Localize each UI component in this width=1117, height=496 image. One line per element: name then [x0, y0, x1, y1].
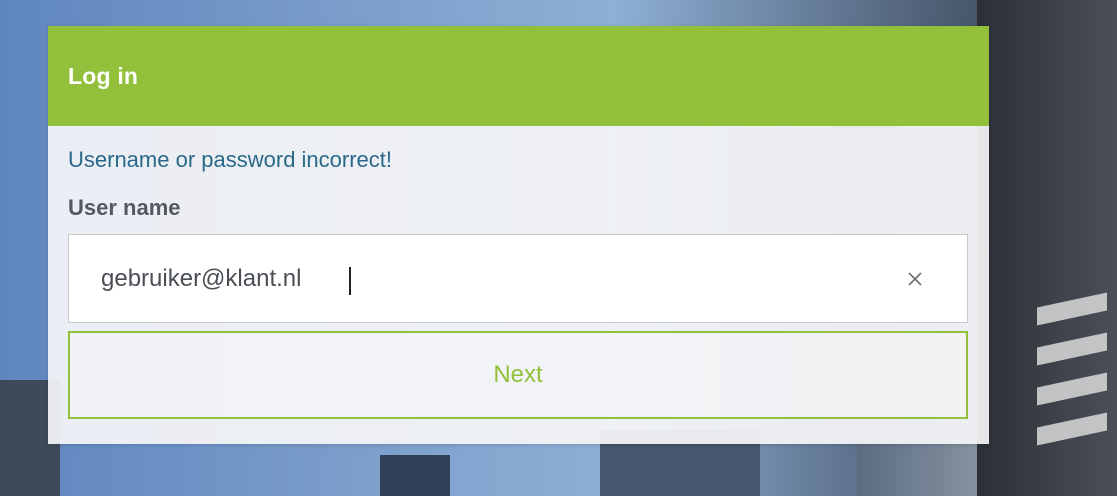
error-message: Username or password incorrect! — [68, 147, 393, 172]
dialog-body: Username or password incorrect! User nam… — [48, 126, 989, 419]
username-field-wrapper — [68, 234, 968, 323]
username-label: User name — [68, 195, 181, 220]
dialog-title: Log in — [68, 62, 139, 89]
username-input[interactable] — [69, 234, 883, 323]
login-dialog: Log in Username or password incorrect! U… — [48, 26, 989, 444]
clear-input-button[interactable] — [901, 265, 929, 293]
dialog-header: Log in — [48, 26, 989, 126]
background-building — [380, 455, 450, 496]
next-button[interactable]: Next — [68, 331, 968, 419]
close-icon — [908, 272, 922, 286]
text-cursor — [349, 267, 351, 295]
